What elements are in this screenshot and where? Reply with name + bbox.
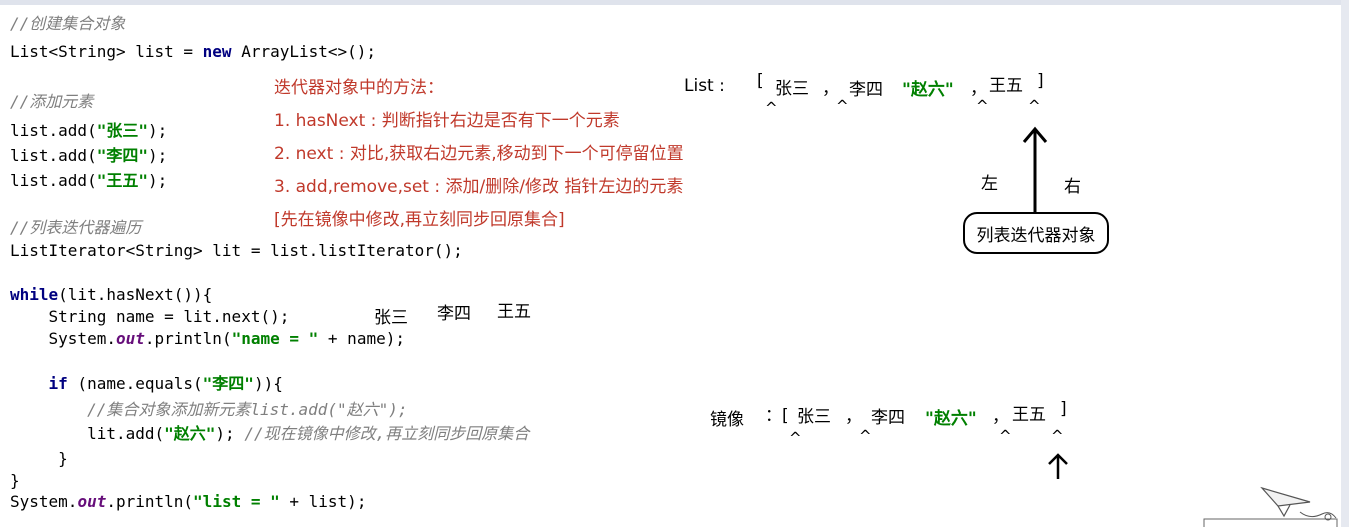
- code-text: List<String> list =: [10, 42, 203, 61]
- output-name-2: 李四: [437, 304, 471, 324]
- mirror-pointer-arrow-up-icon: [1048, 453, 1068, 479]
- mirror-caret: ^: [999, 427, 1012, 445]
- list-element-3-text: "赵六": [902, 80, 954, 100]
- keyword-if: if: [48, 374, 68, 393]
- field-out: out: [115, 329, 145, 348]
- scrollbar[interactable]: [1341, 0, 1349, 527]
- list-caret: ^: [976, 97, 989, 115]
- mirror-separator: ，: [992, 407, 1009, 427]
- keyword-while: while: [10, 285, 59, 304]
- code-text: );: [147, 146, 168, 165]
- code-text: System.: [10, 492, 78, 511]
- string-literal: "list = ": [193, 492, 280, 511]
- mirror-element-1: 张三: [797, 407, 831, 427]
- code-line-next: String name = lit.next();: [10, 307, 290, 326]
- list-element-4: 王五: [989, 76, 1023, 96]
- code-comment-inner: //集合对象添加新元素list.add("赵六");: [10, 400, 408, 419]
- code-text: (lit.hasNext()){: [58, 285, 213, 304]
- notes-item-3: 3. add,remove,set : 添加/删除/修改 指针左边的元素: [274, 177, 684, 197]
- code-line-add-2: list.add("李四");: [10, 146, 167, 166]
- code-line-println-name: System.out.println("name = " + name);: [10, 329, 405, 349]
- pointer-arrow-up-icon: [1022, 126, 1048, 214]
- code-text: list.add(: [10, 171, 97, 190]
- code-close-inner: }: [10, 449, 68, 468]
- notes-item-1: 1. hasNext : 判断指针右边是否有下一个元素: [274, 111, 620, 131]
- code-comment-iter: //列表迭代器遍历: [10, 218, 142, 237]
- code-text: + list);: [279, 492, 367, 511]
- code-line-println-list: System.out.println("list = " + list);: [10, 492, 366, 512]
- mirror-caret: ^: [789, 429, 802, 447]
- notes-item-2: 2. next : 对比,获取右边元素,移动到下一个可停留位置: [274, 144, 684, 164]
- keyword-new: new: [202, 42, 232, 61]
- iterator-object-label: 列表迭代器对象: [976, 225, 1096, 246]
- code-line-lit-add: lit.add("赵六"); //现在镜像中修改,再立刻同步回原集合: [10, 424, 529, 444]
- mirror-close-bracket: ]: [1060, 399, 1067, 419]
- mirror-element-2: 李四: [871, 408, 905, 428]
- mirror-caret: ^: [859, 427, 872, 445]
- code-line-add-3: list.add("王五");: [10, 171, 167, 191]
- list-caret: ^: [1028, 97, 1041, 115]
- mirror-element-3: "赵六": [925, 404, 977, 429]
- mirror-label: 镜像: [710, 410, 744, 430]
- mirror-element-4: 王五: [1012, 405, 1046, 425]
- code-text: lit.add(: [10, 424, 165, 443]
- code-line-add-1: list.add("张三");: [10, 121, 167, 141]
- list-open-bracket: [: [757, 71, 764, 91]
- code-text: list.add(: [10, 146, 97, 165]
- list-element-2: 李四: [849, 80, 883, 100]
- mirror-element-3-text: "赵六": [925, 409, 977, 429]
- code-text: .println(: [144, 329, 232, 348]
- code-comment-create: //创建集合对象: [10, 14, 126, 33]
- string-literal: "赵六": [164, 424, 216, 443]
- list-label: List :: [684, 76, 725, 96]
- list-element-1: 张三: [775, 79, 809, 99]
- string-literal: "李四": [202, 374, 254, 393]
- notes-title: 迭代器对象中的方法：: [274, 78, 444, 98]
- string-literal: "王五": [96, 171, 148, 190]
- code-text: (name.equals(: [67, 374, 203, 393]
- code-text: );: [147, 121, 168, 140]
- code-text: ArrayList<>();: [231, 42, 377, 61]
- list-separator: ，: [970, 79, 987, 99]
- code-text: + name);: [318, 329, 405, 348]
- code-comment-add: //添加元素: [10, 92, 94, 111]
- code-text: );: [215, 424, 245, 443]
- string-literal: "name = ": [231, 329, 319, 348]
- code-text: );: [147, 171, 168, 190]
- list-separator: ，: [822, 79, 839, 99]
- window-top-border: [0, 0, 1349, 5]
- code-line-create: List<String> list = new ArrayList<>();: [10, 42, 376, 62]
- list-element-3: "赵六": [902, 75, 954, 100]
- notes-item-4: [先在镜像中修改,再立刻同步回原集合]: [274, 210, 565, 230]
- iterator-object-box: 列表迭代器对象: [963, 212, 1109, 254]
- list-close-bracket: ]: [1037, 71, 1044, 91]
- code-text: .println(: [106, 492, 194, 511]
- code-text: list.add(: [10, 121, 97, 140]
- code-close-outer: }: [10, 471, 20, 490]
- code-text: System.: [10, 329, 116, 348]
- string-literal: "张三": [96, 121, 148, 140]
- code-line-if: if (name.equals("李四")){: [10, 374, 283, 394]
- code-line-while: while(lit.hasNext()){: [10, 285, 212, 305]
- field-out: out: [77, 492, 107, 511]
- code-line-iterator: ListIterator<String> lit = list.listIter…: [10, 241, 463, 260]
- code-comment: //现在镜像中修改,再立刻同步回原集合: [244, 424, 530, 443]
- code-text: )){: [253, 374, 283, 393]
- mirror-caret: ^: [1051, 427, 1064, 445]
- list-caret: ^: [765, 99, 778, 117]
- paper-plane-icon: [1203, 486, 1338, 527]
- left-label: 左: [981, 174, 998, 194]
- list-caret: ^: [836, 97, 849, 115]
- right-label: 右: [1064, 177, 1081, 197]
- output-name-3: 王五: [497, 302, 531, 322]
- output-name-1: 张三: [374, 308, 408, 328]
- mirror-open-bracket: ：[: [765, 406, 789, 426]
- mirror-separator: ，: [845, 407, 862, 427]
- string-literal: "李四": [96, 146, 148, 165]
